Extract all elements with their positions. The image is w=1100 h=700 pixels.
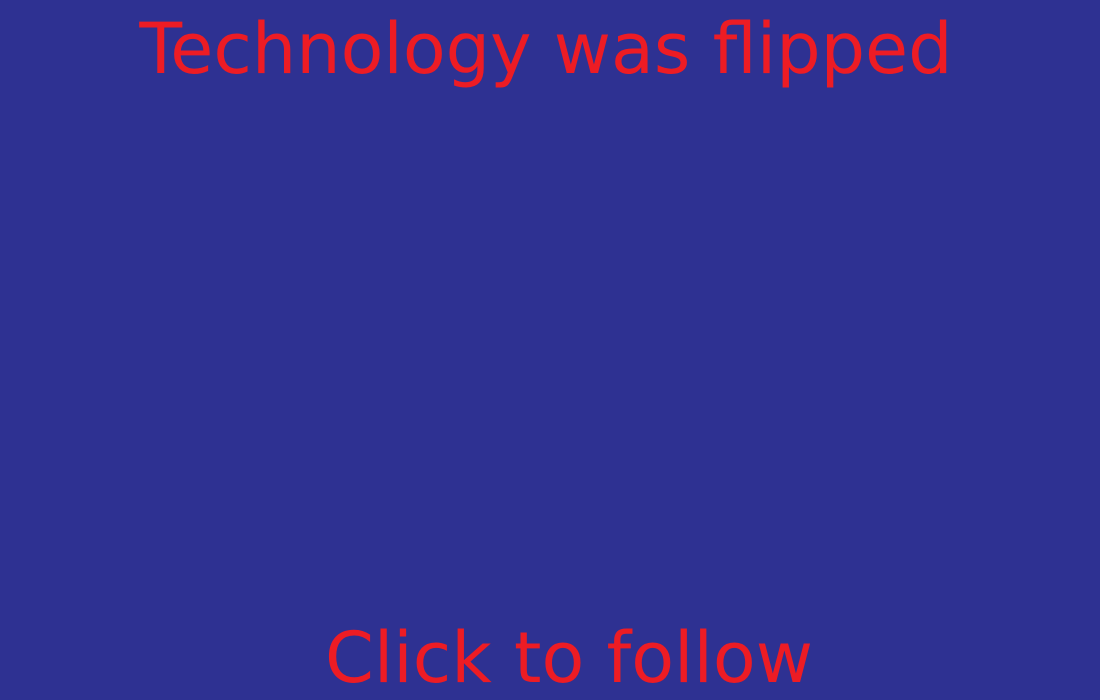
game-screen[interactable]: Technology was flipped Click to follow	[0, 0, 1100, 700]
click-to-follow-prompt[interactable]: Click to follow	[0, 615, 1100, 700]
headline-text: Technology was flipped	[139, 8, 953, 90]
